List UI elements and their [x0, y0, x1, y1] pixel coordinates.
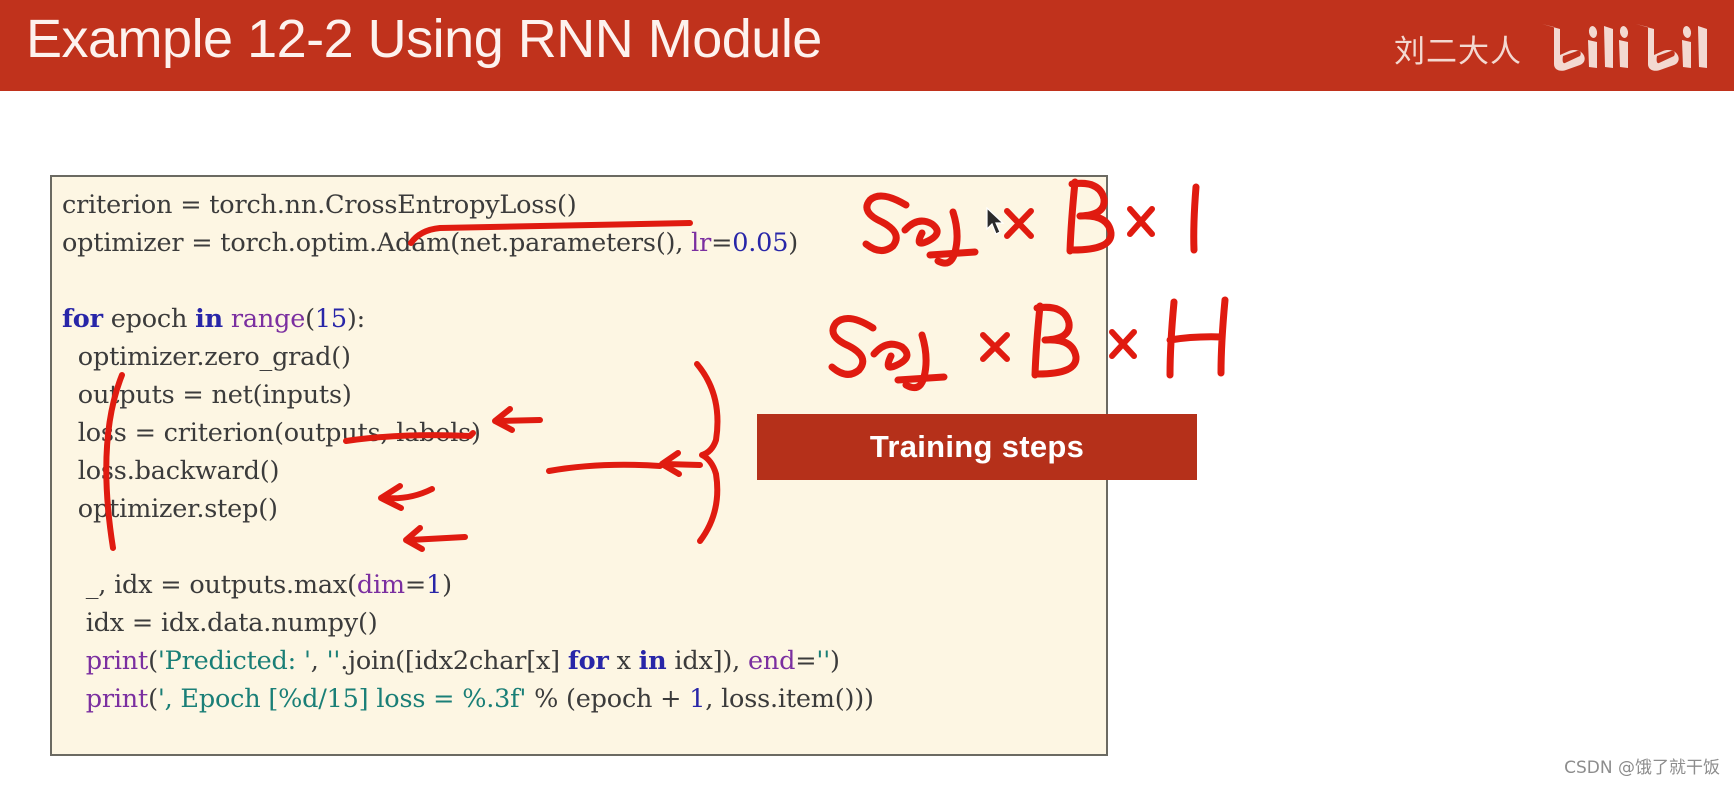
slide-canvas: Example 12-2 Using RNN Module 刘二大人 crite… — [0, 0, 1734, 786]
mouse-pointer — [986, 207, 1005, 235]
training-steps-label: Training steps — [869, 429, 1085, 464]
code-line-5: optimizer.zero_grad() — [62, 342, 351, 372]
source-code: criterion = torch.nn.CrossEntropyLoss() … — [62, 186, 874, 718]
code-line-4: for epoch in range(15): — [62, 304, 366, 334]
slide-header-bar: Example 12-2 Using RNN Module 刘二大人 — [0, 0, 1734, 91]
code-line-13: print('Predicted: ', ''.join([idx2char[x… — [85, 646, 840, 676]
bilibili-logo-icon — [1542, 24, 1707, 71]
brand-block: 刘二大人 — [1394, 20, 1716, 76]
brand-author-name: 刘二大人 — [1394, 33, 1522, 70]
code-line-14: print(', Epoch [%d/15] loss = %.3f' % (e… — [85, 684, 874, 714]
code-line-11: _, idx = outputs.max(dim=1) — [62, 570, 452, 600]
code-line-6: outputs = net(inputs) — [62, 380, 352, 410]
code-line-2: optimizer = torch.optim.Adam(net.paramet… — [62, 228, 798, 258]
training-steps-callout: Training steps — [757, 414, 1197, 480]
page-title: Example 12-2 Using RNN Module — [26, 9, 822, 69]
code-line-8: loss.backward() — [62, 456, 280, 486]
code-line-1: criterion = torch.nn.CrossEntropyLoss() — [62, 190, 577, 220]
code-line-9: optimizer.step() — [62, 494, 278, 524]
code-line-7: loss = criterion(outputs, labels) — [62, 418, 481, 448]
code-line-12: idx = idx.data.numpy() — [62, 608, 378, 638]
csdn-watermark: CSDN @饿了就干饭 — [1564, 758, 1720, 778]
